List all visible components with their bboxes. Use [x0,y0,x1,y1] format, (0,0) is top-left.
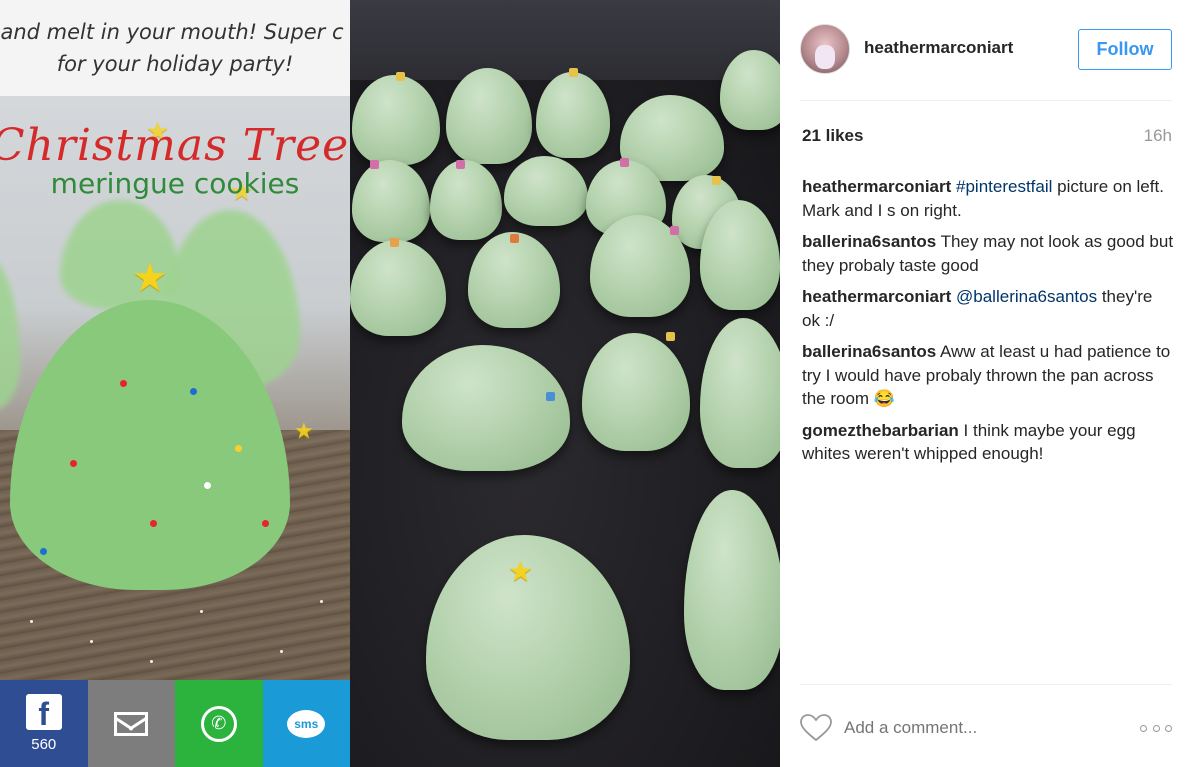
pin-title-subtitle: meringue cookies [50,167,300,200]
more-options-icon[interactable] [1140,720,1172,736]
pin-title: Christmas Tree meringue cookies [0,120,350,200]
sprinkle [456,160,465,169]
comment-username[interactable]: heathermarconiart [802,177,951,196]
sprinkle [390,238,399,247]
nonpareil [262,520,269,527]
nonpareil [150,520,157,527]
post-stats: 21 likes 16h [800,126,1172,148]
facebook-share-button[interactable]: f 560 [0,680,88,767]
username-link[interactable]: heathermarconiart [864,38,1013,58]
meringue-cookie [582,333,690,451]
add-comment-row [800,708,1172,748]
pinterest-screenshot: ★ ★ ★ ★ air and melt in your mouth! Supe… [0,0,350,767]
post-timestamp[interactable]: 16h [1144,126,1172,146]
meringue-cookie [684,490,780,690]
facebook-icon: f [25,694,62,732]
facebook-share-count: 560 [31,736,57,753]
nonpareil [40,548,47,555]
more-dot [1152,724,1160,732]
comment-username[interactable]: heathermarconiart [802,287,951,306]
meringue-cookie [430,160,502,240]
pin-caption-line: for your holiday party! [56,52,294,76]
meringue-cookie [352,75,440,165]
add-comment-input[interactable] [844,716,1124,740]
sprinkle [670,226,679,235]
comment: heathermarconiart @ballerina6santos they… [802,285,1174,332]
comment: heathermarconiart #pinterestfail picture… [802,175,1174,222]
comment-username[interactable]: ballerina6santos [802,342,936,361]
whatsapp-share-button[interactable]: ✆ [175,680,263,767]
sprinkle [569,68,578,77]
comment-username[interactable]: gomezthebarbarian [802,421,959,440]
sprinkle [620,158,629,167]
sprinkle [712,176,721,185]
comment: gomezthebarbarian I think maybe your egg… [802,419,1174,466]
sugar-speck [30,620,33,623]
hashtag-link[interactable]: #pinterestfail [956,177,1052,196]
star-sprinkle: ★ [132,256,168,300]
star-sprinkle: ★ [508,556,534,587]
meringue-cookie [446,68,532,164]
meringue-cookie [468,232,560,328]
pin-caption-line: air and melt in your mouth! Super c [0,20,344,44]
meringue-cookie [402,345,570,471]
nonpareil [120,380,127,387]
sugar-speck [150,660,153,663]
meringue-cookie [700,318,780,468]
divider [800,684,1172,685]
share-bar: f 560 ✆ sms [0,680,350,767]
comment-username[interactable]: ballerina6santos [802,232,936,251]
meringue-tree-background [0,260,20,410]
nonpareil [235,445,242,452]
sprinkle [510,234,519,243]
star-sprinkle: ★ [294,418,314,443]
post-sidebar: heathermarconiart Follow 21 likes 16h he… [780,0,1200,767]
nonpareil [70,460,77,467]
nonpareil [190,388,197,395]
sugar-speck [280,650,283,653]
meringue-cookie [504,156,588,226]
meringue-cookie [700,200,780,310]
sprinkle [546,392,555,401]
oven-background [350,0,780,80]
sugar-speck [320,600,323,603]
comments-list: heathermarconiart #pinterestfail picture… [802,175,1174,474]
divider [800,100,1172,101]
whatsapp-icon: ✆ [200,705,237,742]
post-header: heathermarconiart Follow [780,0,1200,100]
heart-icon[interactable] [800,714,832,742]
avatar[interactable] [800,24,850,74]
meringue-cookie [536,72,610,158]
sms-icon: sms [287,709,326,738]
nonpareil [204,482,211,489]
likes-count[interactable]: 21 likes [802,126,863,146]
meringue-cookie [350,240,446,336]
post-image[interactable]: ★ ★ ★ ★ air and melt in your mouth! Supe… [0,0,780,767]
more-dot [1165,724,1172,732]
meringue-cookie [352,160,430,242]
sugar-speck [200,610,203,613]
email-share-button[interactable] [87,680,175,767]
pin-caption: air and melt in your mouth! Super c for … [0,0,350,96]
sprinkle [396,72,405,81]
comment: ballerina6santos Aww at least u had pati… [802,340,1174,411]
baking-tray-photo: ★ [350,0,780,767]
mention-link[interactable]: @ballerina6santos [956,287,1097,306]
sms-share-button[interactable]: sms [262,680,350,767]
sprinkle [370,160,379,169]
follow-button[interactable]: Follow [1078,29,1172,70]
envelope-icon [114,711,149,736]
more-dot [1140,724,1147,732]
pin-title-script: Christmas Tree [0,120,350,171]
comment: ballerina6santos They may not look as go… [802,230,1174,277]
sprinkle [666,332,675,341]
sugar-speck [90,640,93,643]
